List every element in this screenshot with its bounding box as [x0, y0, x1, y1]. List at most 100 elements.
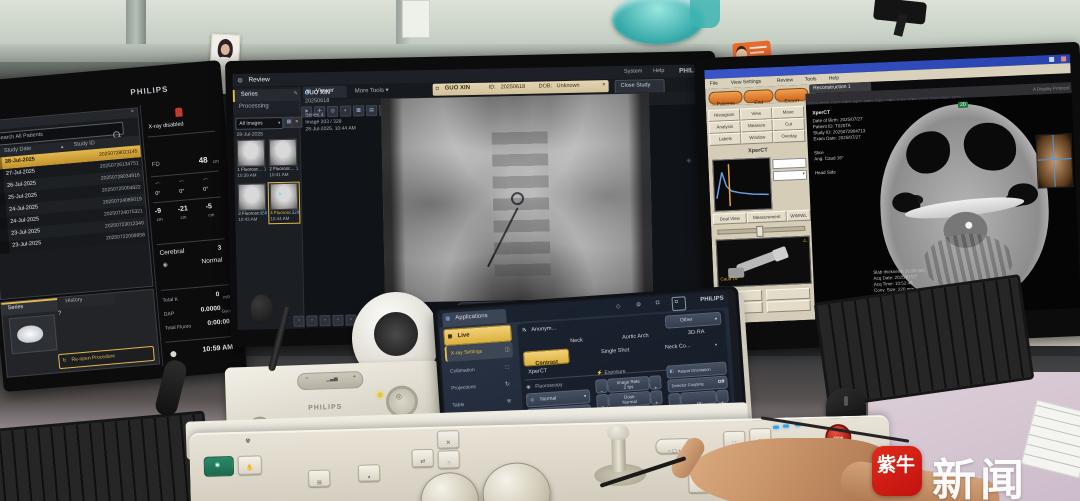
acquisition-enable-button[interactable]: ◉ — [204, 456, 235, 477]
tab-series[interactable]: Series — [1, 298, 58, 316]
series-thumb-selected[interactable]: ▶ 4 Fluorosc... 10:44 AM 328 — [269, 183, 300, 224]
tab-measurement[interactable]: Measurement — [747, 211, 787, 224]
console-close-button[interactable]: ✕ — [437, 430, 459, 449]
status-dot — [170, 351, 177, 358]
reopen-procedure-label: Re-open Procedure — [71, 353, 115, 363]
offset-value: -21 — [178, 205, 189, 213]
layout-icon[interactable]: ▦ — [353, 105, 364, 116]
proc-xperct[interactable]: XperCT — [528, 368, 547, 375]
slab-slider-track[interactable] — [717, 226, 805, 235]
panel-button-overlay[interactable]: Overlay — [773, 130, 805, 143]
proc-aortic-arch[interactable]: Aortic Arch — [622, 333, 649, 341]
rotary-dial[interactable] — [420, 472, 479, 501]
image-rate-minus[interactable]: − — [595, 379, 608, 394]
mouse-wheel[interactable] — [844, 396, 848, 406]
panel-button-window[interactable]: Window — [741, 131, 773, 144]
filmstrip-thumb[interactable]: ▫ — [293, 316, 304, 327]
console-xfer-button[interactable]: ⇄ — [411, 449, 433, 468]
pencil-icon[interactable]: ✎ — [293, 91, 297, 97]
col-study-date[interactable]: Study Date — [4, 146, 32, 154]
radiation-icon: ☢ — [245, 438, 251, 445]
active-tool-box[interactable]: ◘ — [671, 296, 686, 311]
zoom-tool-icon[interactable]: ◎ — [327, 106, 338, 117]
orientation-thumbnail[interactable]: ◇ — [1035, 133, 1073, 189]
end-button[interactable]: End — [743, 89, 774, 103]
menu-tools[interactable]: Tools — [805, 76, 817, 83]
volume-up-icon[interactable]: + — [352, 374, 356, 380]
menu-review[interactable]: Review — [777, 77, 794, 84]
slider-thumb[interactable] — [756, 226, 763, 237]
dob-value: Unknown — [557, 83, 580, 89]
help-bubble-icon[interactable]: ? — [58, 311, 62, 317]
volume-down-icon[interactable]: − — [305, 376, 309, 382]
tab-history[interactable]: History — [59, 293, 116, 309]
dose-plus[interactable]: + — [650, 390, 663, 405]
volume-rocker[interactable]: − ▁▃▅ + — [297, 371, 364, 390]
brain-thumbnail[interactable]: ? — [9, 314, 58, 354]
sidebar-item-xray-settings[interactable]: X-ray Settings ◫ — [444, 341, 513, 362]
nav-cube-icon[interactable]: ◇ — [616, 303, 621, 310]
other-dropdown[interactable]: Other ▾ — [665, 312, 722, 329]
crosshair-handle[interactable]: ◇ — [1050, 155, 1054, 161]
zoom-plus[interactable]: + — [716, 389, 729, 403]
menu-help[interactable]: Help — [829, 75, 840, 81]
tab-review[interactable]: Review — [248, 76, 269, 83]
proc-neck[interactable]: Neck — [570, 337, 583, 344]
filmstrip-thumb[interactable]: ▫ — [332, 315, 343, 326]
fluoroscopy-image[interactable] — [381, 93, 653, 303]
close-icon[interactable]: × — [130, 109, 134, 115]
list-view-icon[interactable]: ≡ — [291, 117, 302, 128]
menu-system[interactable]: System — [624, 68, 642, 74]
image-rate-plus[interactable]: + — [649, 375, 662, 390]
panel-bottom-button[interactable] — [766, 288, 810, 301]
filmstrip-thumb[interactable]: ▫ — [319, 315, 330, 326]
value-dropdown[interactable]: ▾ — [773, 170, 807, 181]
proc-contrast-selected[interactable]: Contrast — [523, 348, 570, 366]
series-thumb[interactable]: 1 Fluorosc... 10:39 AM 1 — [236, 139, 267, 180]
export-button[interactable]: Export — [774, 88, 809, 102]
console-button[interactable]: ♦ — [358, 464, 380, 482]
menu-file[interactable]: File — [710, 81, 718, 87]
reopen-procedure-button[interactable]: Re-open Procedure ↻ — [58, 346, 155, 369]
menu-help[interactable]: Help — [653, 68, 664, 74]
proc-single-shot[interactable]: Single Shot — [601, 347, 629, 355]
all-images-dropdown[interactable]: All Images ▾ — [235, 117, 283, 130]
patients-button[interactable]: Patients — [708, 90, 743, 104]
proc-3dra[interactable]: 3D-RA — [688, 329, 705, 336]
menu-view-settings[interactable]: View Settings — [731, 79, 761, 86]
series-thumb[interactable]: 2 Fluorosc... 10:41 AM 1 — [268, 139, 299, 180]
banner-close-icon[interactable]: × — [602, 82, 606, 88]
close-icon[interactable] — [1061, 56, 1066, 61]
series-thumb[interactable]: 3 Fluorosc... 10:43 AM 458 — [237, 183, 268, 224]
window-tool-icon[interactable]: ◐ — [340, 106, 351, 117]
panel-bottom-button[interactable] — [766, 300, 810, 313]
console-button[interactable]: ✋ — [238, 455, 262, 475]
console-button[interactable]: ▤ — [308, 469, 330, 487]
rotary-dial[interactable] — [482, 462, 552, 501]
settings-icon[interactable]: ⚙ — [636, 301, 642, 308]
user-icon[interactable]: ◘ — [656, 300, 660, 306]
minimize-icon[interactable] — [1049, 57, 1054, 62]
proc-neck-co[interactable]: Neck Co... — [665, 343, 691, 351]
stack-icon[interactable]: ▤ — [366, 105, 377, 116]
live-icon: ▣ — [447, 334, 452, 340]
panel-button-labels[interactable]: Labels — [709, 133, 741, 146]
row-date: 23-Jul-2025 — [12, 240, 41, 249]
transfer-icon: ⇄ — [420, 459, 425, 465]
row-date: 24-Jul-2025 — [10, 216, 39, 225]
joystick-cap[interactable] — [607, 424, 629, 441]
ziniu-icon-chars: 紫牛 — [877, 456, 917, 476]
overlay-patient-name: GUO XIN — [305, 90, 330, 97]
more-tools-menu[interactable]: More Tools ▾ — [355, 87, 389, 95]
tab-wwwl[interactable]: WW/WL — [786, 210, 810, 222]
value-field[interactable] — [772, 158, 806, 169]
tab-dual-view[interactable]: Dual View — [713, 212, 747, 224]
filmstrip-thumb[interactable]: ▫ — [306, 315, 317, 326]
hand-icon: ✋ — [246, 465, 254, 471]
col-study-id[interactable]: Study ID — [74, 140, 96, 148]
fluoro-time-value: 0:00:00 — [207, 318, 230, 327]
eye-icon: ◉ — [162, 261, 168, 268]
console-person-button[interactable]: ☃ — [438, 450, 460, 469]
thumb-time: 10:44 AM — [270, 216, 289, 221]
panel-tab-processing[interactable]: Processing — [233, 101, 299, 114]
